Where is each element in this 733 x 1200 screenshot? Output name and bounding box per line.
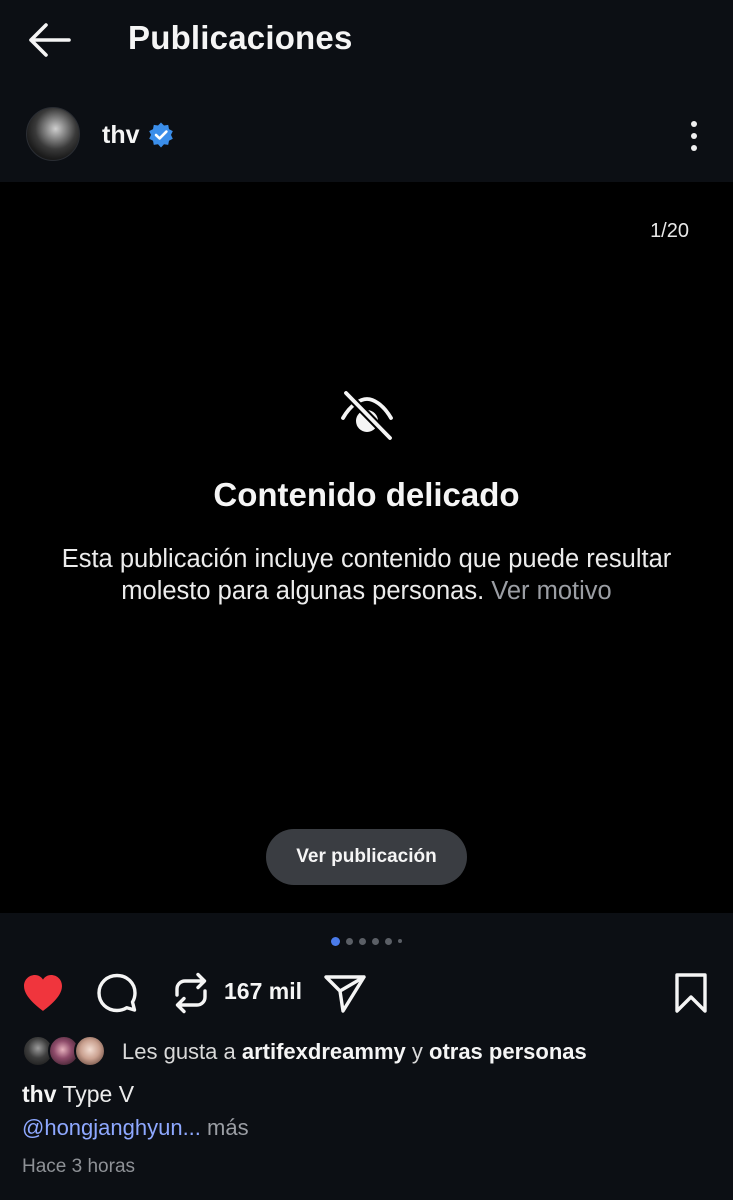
see-reason-link[interactable]: Ver motivo: [491, 577, 611, 605]
share-button[interactable]: [320, 968, 370, 1018]
more-options-button[interactable]: [676, 116, 712, 156]
bookmark-icon: [675, 973, 707, 1013]
send-icon: [324, 975, 366, 1013]
caption-mention[interactable]: @hongjanghyun...: [22, 1115, 201, 1140]
carousel-dot-active: [331, 936, 340, 946]
comment-bubble-icon: [97, 973, 137, 1013]
comment-button[interactable]: [92, 968, 142, 1018]
avatar[interactable]: [26, 107, 80, 161]
likes-user[interactable]: artifexdreammy: [242, 1039, 406, 1064]
repost-button[interactable]: [166, 968, 216, 1018]
carousel-indicator: [0, 936, 733, 946]
more-dot: [691, 133, 697, 139]
carousel-dot: [359, 937, 366, 945]
repost-icon: [175, 972, 207, 1014]
liker-avatars: [22, 1035, 112, 1069]
page-title: Publicaciones: [128, 19, 353, 56]
save-button[interactable]: [666, 968, 716, 1018]
see-post-button[interactable]: Ver publicación: [266, 829, 467, 885]
caption-mention-row: @hongjanghyun... más: [22, 1115, 249, 1141]
post-caption: thv Type V: [22, 1081, 134, 1108]
like-button[interactable]: [18, 968, 68, 1018]
likes-text: Les gusta a artifexdreammy y otras perso…: [122, 1039, 587, 1065]
heart-filled-icon: [24, 975, 62, 1011]
carousel-dot: [398, 939, 402, 943]
likes-connector: y: [411, 1039, 423, 1064]
post-timestamp: Hace 3 horas: [22, 1156, 136, 1177]
likes-prefix: Les gusta a: [122, 1039, 236, 1064]
top-bar: Publicaciones: [0, 0, 733, 82]
carousel-dot: [372, 937, 379, 945]
caption-username[interactable]: thv: [22, 1081, 57, 1107]
eye-slash-icon: [341, 390, 394, 442]
more-dot: [691, 121, 697, 127]
post-username[interactable]: thv: [102, 121, 140, 150]
liker-avatar: [74, 1035, 106, 1067]
arrow-left-icon: [29, 23, 71, 57]
likes-others[interactable]: otras personas: [429, 1039, 587, 1064]
carousel-dot: [385, 937, 392, 945]
more-dot: [691, 145, 697, 151]
caption-more-link[interactable]: más: [207, 1115, 249, 1140]
post-header: thv: [0, 100, 733, 172]
likes-summary[interactable]: Les gusta a artifexdreammy y otras perso…: [22, 1034, 722, 1070]
media-counter: 1/20: [650, 220, 689, 242]
repost-count: 167 mil: [224, 978, 302, 1004]
sensitive-content-title: Contenido delicado: [213, 476, 520, 513]
caption-text: Type V: [62, 1081, 135, 1107]
carousel-dot: [346, 937, 353, 945]
action-bar: 167 mil: [0, 962, 733, 1022]
sensitive-content-description: Esta publicación incluye contenido que p…: [20, 543, 713, 607]
post-media: 1/20 Contenido delicado Esta publicación…: [0, 182, 733, 913]
verified-badge-icon: [149, 122, 173, 148]
back-button[interactable]: [24, 18, 74, 62]
